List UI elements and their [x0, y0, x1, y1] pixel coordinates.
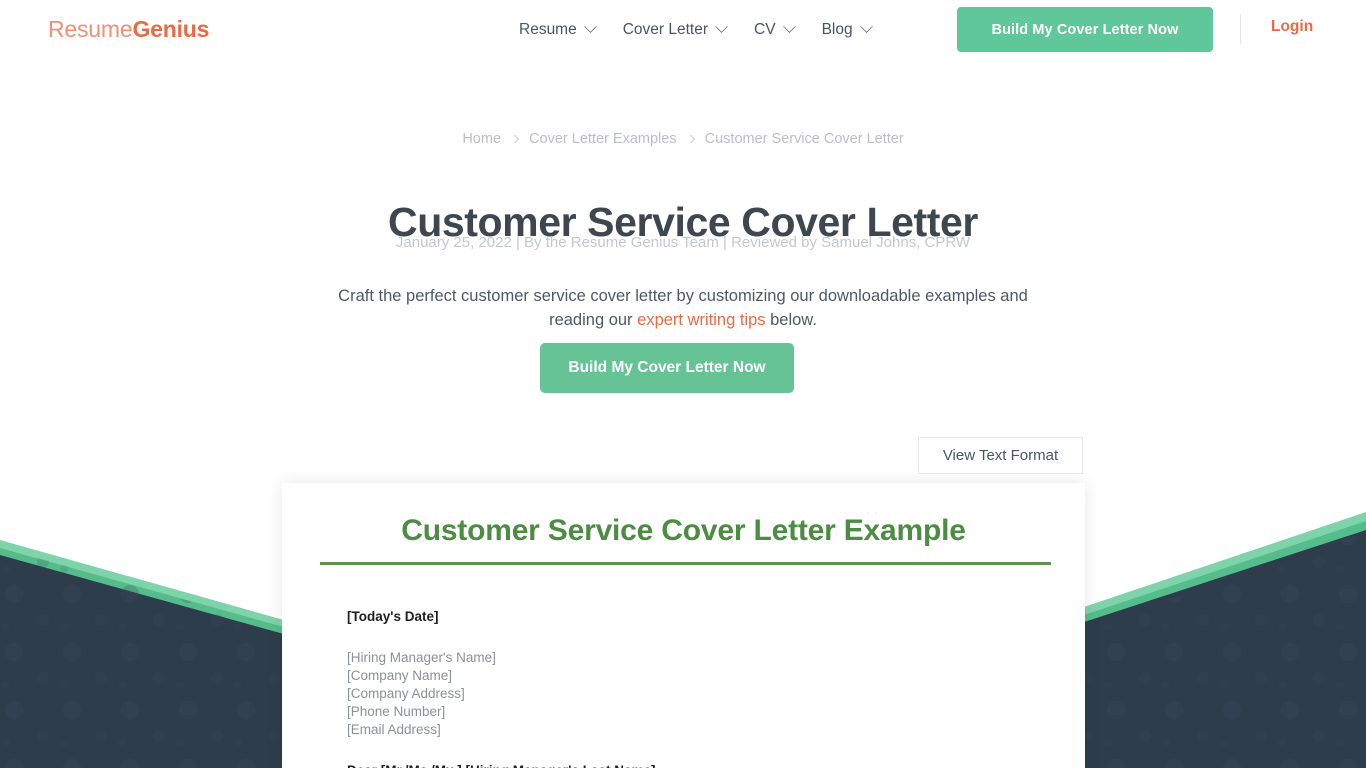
logo-text-genius: Genius — [132, 16, 210, 42]
breadcrumb-item-cover-letter-examples[interactable]: Cover Letter Examples — [529, 131, 676, 147]
letter-recipient-block: [Hiring Manager's Name] [Company Name] [… — [347, 649, 1037, 739]
nav-item-cover-letter[interactable]: Cover Letter — [609, 0, 740, 59]
letter-address-line: [Email Address] — [347, 722, 441, 737]
letter-date: [Today's Date] — [347, 609, 439, 624]
chevron-right-icon — [510, 134, 520, 144]
chevron-down-icon — [859, 20, 873, 34]
nav-item-resume[interactable]: Resume — [505, 0, 609, 59]
view-text-format-button[interactable]: View Text Format — [918, 437, 1083, 474]
chevron-down-icon — [782, 20, 796, 34]
login-link[interactable]: Login — [1271, 18, 1313, 36]
letter-salutation: Dear [Mr./Ms./Mx.] [Hiring Manager's Las… — [347, 762, 1037, 768]
site-logo[interactable]: ResumeGenius — [48, 16, 209, 43]
letter-address-line: [Company Address] — [347, 686, 465, 701]
right-decor-wedge — [1078, 512, 1366, 768]
site-header: ResumeGenius Resume Cover Letter CV Blog… — [0, 0, 1366, 59]
letter-address-line: [Hiring Manager's Name] — [347, 650, 496, 665]
intro-paragraph: Craft the perfect customer service cover… — [318, 284, 1048, 332]
letter-example-heading: Customer Service Cover Letter Example — [401, 514, 966, 547]
letter-address-line: [Phone Number] — [347, 704, 446, 719]
article-byline: January 25, 2022 | By the Resume Genius … — [395, 234, 971, 251]
nav-item-label: Cover Letter — [622, 20, 709, 38]
header-build-cover-letter-button[interactable]: Build My Cover Letter Now — [957, 7, 1213, 52]
cover-letter-example-card: Customer Service Cover Letter Example [T… — [282, 483, 1085, 768]
logo-text-resume: Resume — [48, 16, 133, 42]
chevron-down-icon — [583, 20, 597, 34]
main-navigation: Resume Cover Letter CV Blog — [505, 0, 885, 59]
nav-item-label: CV — [754, 20, 776, 38]
breadcrumb-item-home[interactable]: Home — [462, 131, 501, 147]
nav-item-blog[interactable]: Blog — [808, 0, 885, 59]
nav-item-label: Blog — [821, 20, 853, 38]
nav-item-cv[interactable]: CV — [740, 0, 808, 59]
letter-address-line: [Company Name] — [347, 668, 453, 683]
breadcrumb-item-current: Customer Service Cover Letter — [704, 131, 904, 147]
intro-text-after: below. — [765, 310, 817, 329]
breadcrumb: Home Cover Letter Examples Customer Serv… — [0, 131, 1366, 147]
chevron-right-icon — [686, 134, 695, 144]
nav-item-label: Resume — [519, 20, 577, 38]
letter-heading-rule — [320, 562, 1051, 565]
chevron-down-icon — [715, 20, 728, 34]
letter-body: [Today's Date] [Hiring Manager's Name] [… — [347, 608, 1037, 768]
header-divider — [1240, 14, 1241, 44]
hero-build-cover-letter-button[interactable]: Build My Cover Letter Now — [540, 343, 794, 393]
left-decor-wedge — [0, 540, 291, 768]
expert-writing-tips-link[interactable]: expert writing tips — [637, 311, 765, 329]
